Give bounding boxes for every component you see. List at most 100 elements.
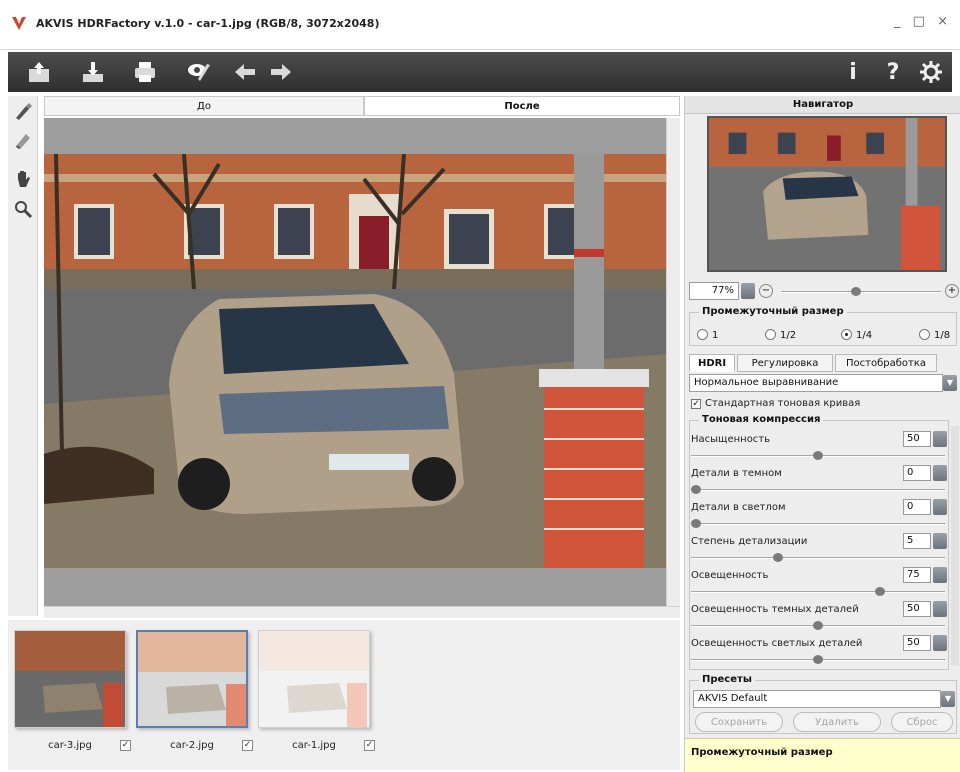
eraser-icon[interactable] bbox=[12, 128, 34, 150]
main-image bbox=[44, 154, 666, 568]
navigator-title: Навигатор bbox=[685, 96, 960, 114]
param-track[interactable] bbox=[691, 557, 945, 559]
navigator-preview[interactable] bbox=[707, 116, 947, 272]
hint-panel: Промежуточный размер bbox=[685, 738, 960, 772]
param-value[interactable]: 5 bbox=[903, 533, 931, 549]
share-icon[interactable] bbox=[184, 58, 214, 86]
param-value[interactable]: 75 bbox=[903, 567, 931, 583]
zoom-dropdown-icon[interactable] bbox=[741, 283, 755, 299]
left-tool-column bbox=[8, 96, 38, 616]
param-dark-lighting: Освещенность темных деталей 50 bbox=[691, 600, 947, 634]
param-spinner-icon[interactable] bbox=[933, 431, 947, 447]
zoom-slider-handle[interactable] bbox=[851, 287, 861, 296]
filmstrip: car-3.jpg ✓ car-2.jpg ✓ car-1.jpg ✓ bbox=[8, 620, 680, 770]
param-label: Степень детализации bbox=[691, 536, 808, 547]
zoom-in-icon[interactable]: + bbox=[945, 284, 959, 298]
thumbnail-checkbox[interactable]: ✓ bbox=[242, 740, 253, 751]
param-handle[interactable] bbox=[813, 621, 823, 630]
delete-preset-button[interactable]: Удалить bbox=[793, 712, 881, 732]
param-spinner-icon[interactable] bbox=[933, 635, 947, 651]
param-spinner-icon[interactable] bbox=[933, 465, 947, 481]
param-lighting: Освещенность 75 bbox=[691, 566, 947, 600]
help-icon[interactable]: ? bbox=[878, 58, 908, 86]
title-bar: AKVIS HDRFactory v.1.0 - car-1.jpg (RGB/… bbox=[0, 0, 960, 50]
param-detail-level: Степень детализации 5 bbox=[691, 532, 947, 566]
intermediate-size-title: Промежуточный размер bbox=[699, 306, 847, 317]
chevron-down-icon[interactable]: ▼ bbox=[941, 691, 955, 707]
preset-select[interactable]: AKVIS Default bbox=[693, 690, 941, 708]
radio-size-1-8[interactable]: 1/8 bbox=[919, 328, 950, 341]
param-label: Освещенность темных деталей bbox=[691, 604, 859, 615]
param-value[interactable]: 50 bbox=[903, 635, 931, 651]
save-preset-button[interactable]: Сохранить bbox=[695, 712, 783, 732]
brush-icon[interactable] bbox=[12, 100, 34, 122]
param-saturation: Насыщенность 50 bbox=[691, 430, 947, 464]
zoom-icon[interactable] bbox=[12, 198, 34, 220]
tab-before[interactable]: До bbox=[44, 96, 364, 116]
param-track[interactable] bbox=[691, 523, 945, 525]
open-icon[interactable] bbox=[24, 58, 54, 86]
param-label: Насыщенность bbox=[691, 434, 771, 445]
tab-postprocessing[interactable]: Постобработка bbox=[835, 354, 937, 372]
param-spinner-icon[interactable] bbox=[933, 601, 947, 617]
tone-compression-title: Тоновая компрессия bbox=[699, 414, 824, 425]
param-handle[interactable] bbox=[773, 553, 783, 562]
standard-curve-label: Стандартная тоновая кривая bbox=[705, 398, 861, 409]
tab-adjustment[interactable]: Регулировка bbox=[737, 354, 833, 372]
param-handle[interactable] bbox=[813, 655, 823, 664]
param-label: Освещенность bbox=[691, 570, 769, 581]
main-toolbar: i ? bbox=[8, 52, 952, 92]
param-label: Освещенность светлых деталей bbox=[691, 638, 863, 649]
param-handle[interactable] bbox=[691, 519, 701, 528]
thumbnail-checkbox[interactable]: ✓ bbox=[120, 740, 131, 751]
param-shadow-details: Детали в темном 0 bbox=[691, 464, 947, 498]
info-icon[interactable]: i bbox=[838, 58, 868, 86]
param-label: Детали в светлом bbox=[691, 502, 786, 513]
chevron-down-icon[interactable]: ▼ bbox=[943, 375, 957, 391]
param-label: Детали в темном bbox=[691, 468, 782, 479]
param-spinner-icon[interactable] bbox=[933, 499, 947, 515]
zoom-out-icon[interactable]: − bbox=[759, 284, 773, 298]
param-spinner-icon[interactable] bbox=[933, 567, 947, 583]
param-value[interactable]: 0 bbox=[903, 465, 931, 481]
image-canvas[interactable] bbox=[44, 118, 666, 606]
thumbnail-checkbox[interactable]: ✓ bbox=[364, 740, 375, 751]
param-highlight-details: Детали в светлом 0 bbox=[691, 498, 947, 532]
zoom-slider-track[interactable] bbox=[781, 291, 941, 293]
thumbnail-label: car-3.jpg bbox=[48, 740, 92, 751]
reset-preset-button[interactable]: Сброс bbox=[891, 712, 953, 732]
param-handle[interactable] bbox=[813, 451, 823, 460]
app-logo-icon bbox=[12, 17, 26, 30]
param-spinner-icon[interactable] bbox=[933, 533, 947, 549]
settings-icon[interactable] bbox=[916, 58, 946, 86]
print-icon[interactable] bbox=[130, 58, 160, 86]
radio-size-1-4[interactable]: 1/4 bbox=[841, 328, 872, 341]
thumbnail-car-1[interactable] bbox=[258, 630, 370, 728]
right-panel: Навигатор 77% − + Промежуточный размер 1… bbox=[684, 96, 960, 772]
param-value[interactable]: 50 bbox=[903, 431, 931, 447]
redo-icon[interactable] bbox=[266, 58, 296, 86]
param-value[interactable]: 50 bbox=[903, 601, 931, 617]
tab-hdri[interactable]: HDRI bbox=[689, 354, 735, 372]
param-light-lighting: Освещенность светлых деталей 50 bbox=[691, 634, 947, 668]
zoom-field[interactable]: 77% bbox=[689, 282, 739, 300]
thumbnail-car-3[interactable] bbox=[14, 630, 126, 728]
radio-size-1-2[interactable]: 1/2 bbox=[765, 328, 796, 341]
mode-select[interactable]: Нормальное выравнивание bbox=[689, 374, 943, 392]
hand-icon[interactable] bbox=[12, 168, 34, 190]
undo-icon[interactable] bbox=[230, 58, 260, 86]
panel-scrollbar[interactable] bbox=[951, 426, 959, 666]
param-track[interactable] bbox=[691, 591, 945, 593]
param-handle[interactable] bbox=[691, 485, 701, 494]
param-track[interactable] bbox=[691, 489, 945, 491]
canvas-vertical-scrollbar[interactable] bbox=[666, 118, 680, 606]
window-controls[interactable]: _ □ × bbox=[894, 14, 952, 29]
param-handle[interactable] bbox=[875, 587, 885, 596]
standard-curve-checkbox[interactable]: ✓ bbox=[691, 399, 701, 409]
save-icon[interactable] bbox=[78, 58, 108, 86]
param-value[interactable]: 0 bbox=[903, 499, 931, 515]
thumbnail-car-2[interactable] bbox=[136, 630, 248, 728]
canvas-horizontal-scrollbar[interactable] bbox=[44, 606, 680, 618]
tab-after[interactable]: После bbox=[364, 96, 680, 116]
radio-size-1[interactable]: 1 bbox=[697, 328, 718, 341]
